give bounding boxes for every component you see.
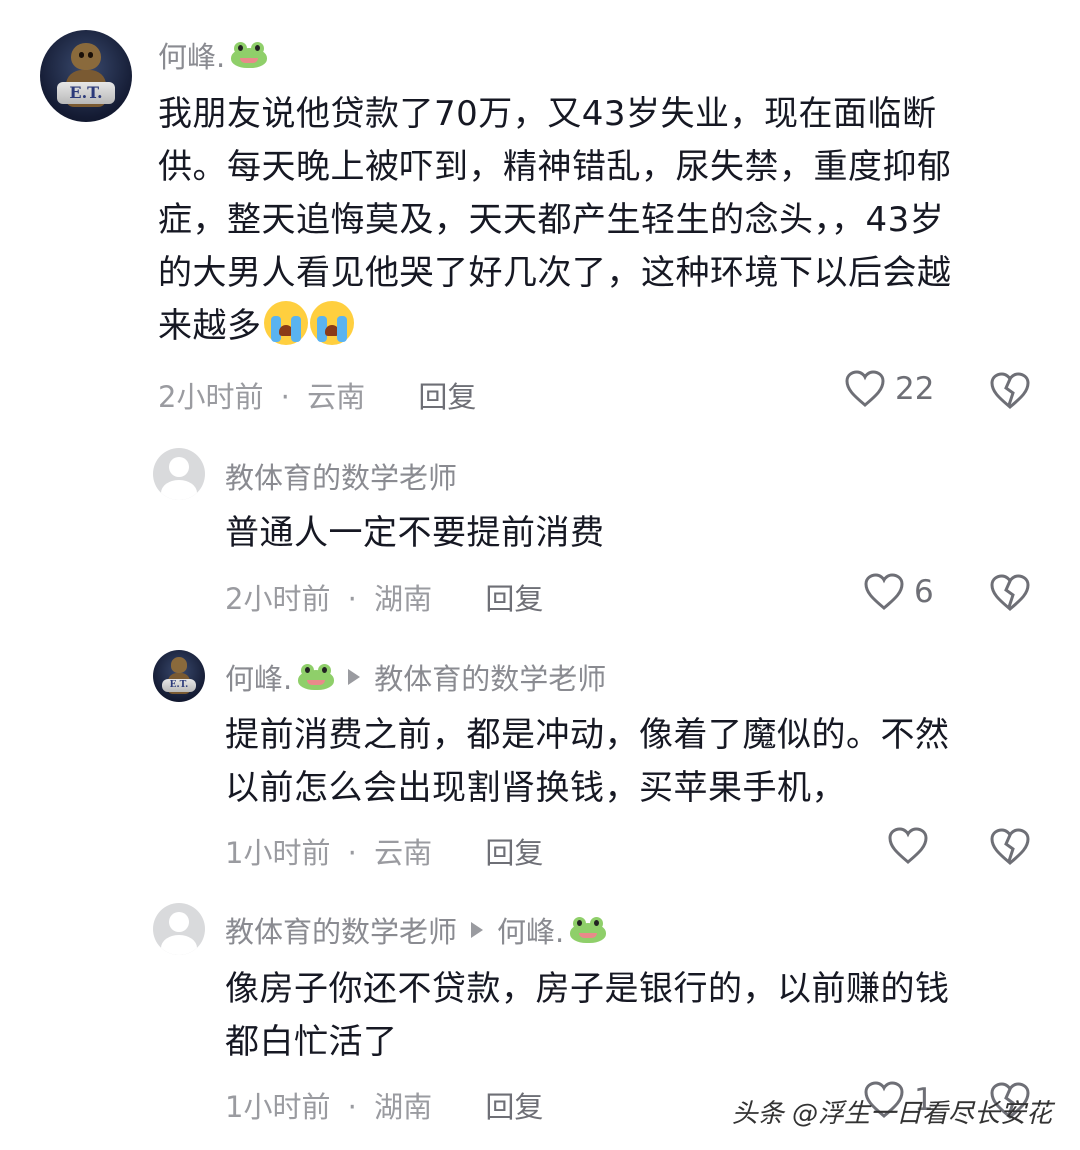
dislike-button[interactable]: [990, 372, 1030, 414]
heart-icon: [864, 573, 904, 610]
frog-emoji-icon: [231, 42, 268, 68]
frog-emoji-icon: [298, 664, 335, 690]
dislike-button[interactable]: [990, 574, 1030, 616]
timestamp: 2小时前: [158, 380, 264, 414]
like-button[interactable]: 22: [845, 370, 934, 408]
location: 湖南: [374, 1090, 433, 1124]
reply-arrow-icon: [348, 669, 361, 685]
crying-face-icon: [263, 301, 308, 345]
crying-face-icon: [309, 301, 354, 345]
timestamp: 1小时前: [225, 836, 331, 870]
location: 云南: [374, 836, 433, 870]
comment-body: 普通人一定不要提前消费: [225, 513, 605, 553]
avatar[interactable]: E.T.: [153, 650, 205, 702]
dislike-button[interactable]: [990, 828, 1030, 870]
comment-meta: 2小时前 · 湖南 回复: [225, 582, 544, 616]
comment-meta: 1小时前 · 湖南 回复: [225, 1090, 544, 1124]
comment-body: 提前消费之前，都是冲动，像着了魔似的。不然 以前怎么会出现割肾换钱，买苹果手机，: [225, 715, 950, 808]
reply-button[interactable]: 回复: [485, 1090, 543, 1124]
reply-to-user[interactable]: 教体育的数学老师: [374, 656, 606, 698]
like-count: 6: [914, 574, 934, 610]
comment-body: 像房子你还不贷款，房子是银行的，以前赚的钱 都白忙活了: [225, 969, 950, 1062]
username-row: 教体育的数学老师 何峰.: [225, 909, 607, 951]
timestamp: 1小时前: [225, 1090, 331, 1124]
username[interactable]: 何峰.: [158, 34, 225, 76]
reply-button[interactable]: 回复: [485, 582, 543, 616]
username[interactable]: 何峰.: [225, 656, 292, 698]
reply-arrow-icon: [471, 922, 484, 938]
username-row: 何峰. 教体育的数学老师: [225, 656, 606, 698]
like-button[interactable]: [888, 827, 928, 865]
heart-icon: [845, 370, 885, 407]
username-row: 教体育的数学老师: [225, 455, 457, 497]
heart-icon: [888, 827, 928, 864]
username[interactable]: 教体育的数学老师: [225, 909, 457, 951]
reply-to-user[interactable]: 何峰.: [497, 909, 564, 951]
reply-button[interactable]: 回复: [418, 380, 476, 414]
comment-body: 我朋友说他贷款了70万，又43岁失业，现在面临断 供。每天晚上被吓到，精神错乱，…: [158, 94, 952, 346]
frog-emoji-icon: [570, 917, 607, 943]
like-count: 22: [895, 371, 935, 407]
comment-meta: 2小时前 · 云南 回复: [158, 380, 477, 414]
avatar[interactable]: [153, 903, 205, 955]
avatar[interactable]: [153, 448, 205, 500]
avatar[interactable]: E.T.: [40, 30, 132, 122]
like-button[interactable]: 6: [864, 573, 934, 611]
comment-meta: 1小时前 · 云南 回复: [225, 836, 544, 870]
reply-button[interactable]: 回复: [485, 836, 543, 870]
location: 云南: [307, 380, 366, 414]
location: 湖南: [374, 582, 433, 616]
timestamp: 2小时前: [225, 582, 331, 616]
watermark: 头条 @浮生一日看尽长安花: [731, 1099, 1052, 1129]
broken-heart-icon: [990, 372, 1030, 409]
broken-heart-icon: [990, 828, 1030, 865]
username-row: 何峰.: [158, 34, 268, 76]
broken-heart-icon: [990, 574, 1030, 611]
username[interactable]: 教体育的数学老师: [225, 455, 457, 497]
